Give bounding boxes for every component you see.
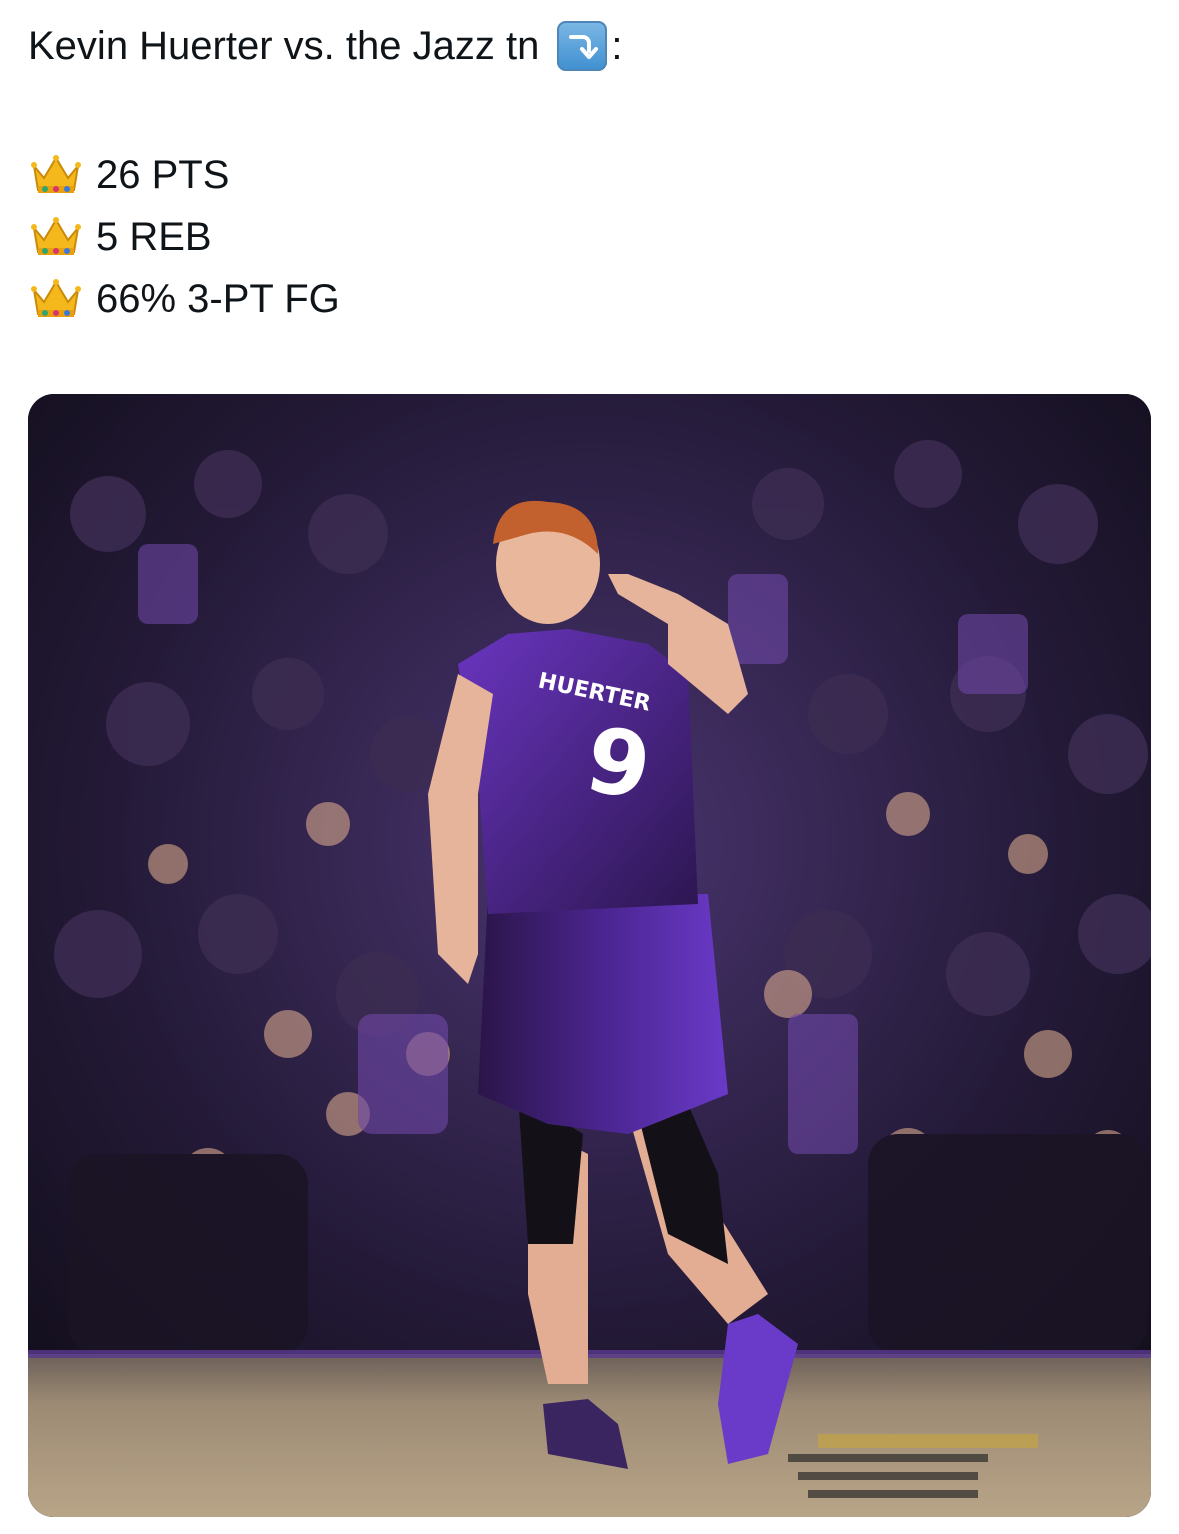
headline-suffix: : bbox=[611, 24, 623, 68]
stat-rebounds: 5 REB bbox=[96, 214, 212, 259]
stats-list: 26 PTS 5 REB 66% 3-PT FG bbox=[28, 144, 1148, 330]
stat-row: 26 PTS bbox=[28, 144, 1148, 206]
headline-text: Kevin Huerter vs. the Jazz tn bbox=[28, 24, 540, 68]
stat-points: 26 PTS bbox=[96, 152, 230, 197]
stat-three-point-pct: 66% 3-PT FG bbox=[96, 276, 340, 321]
basketball-player-photo: HUERTER 9 bbox=[28, 394, 1151, 1517]
stat-row: 5 REB bbox=[28, 206, 1148, 268]
stat-row: 66% 3-PT FG bbox=[28, 268, 1148, 330]
down-right-arrow-icon bbox=[557, 21, 608, 71]
crown-icon bbox=[31, 217, 81, 255]
tweet-photo[interactable]: HUERTER 9 bbox=[28, 394, 1151, 1517]
tweet-headline: Kevin Huerter vs. the Jazz tn : bbox=[28, 18, 1148, 74]
tweet-text: Kevin Huerter vs. the Jazz tn : 26 PTS 5… bbox=[28, 18, 1148, 330]
crown-icon bbox=[31, 279, 81, 317]
crown-icon bbox=[31, 155, 81, 193]
